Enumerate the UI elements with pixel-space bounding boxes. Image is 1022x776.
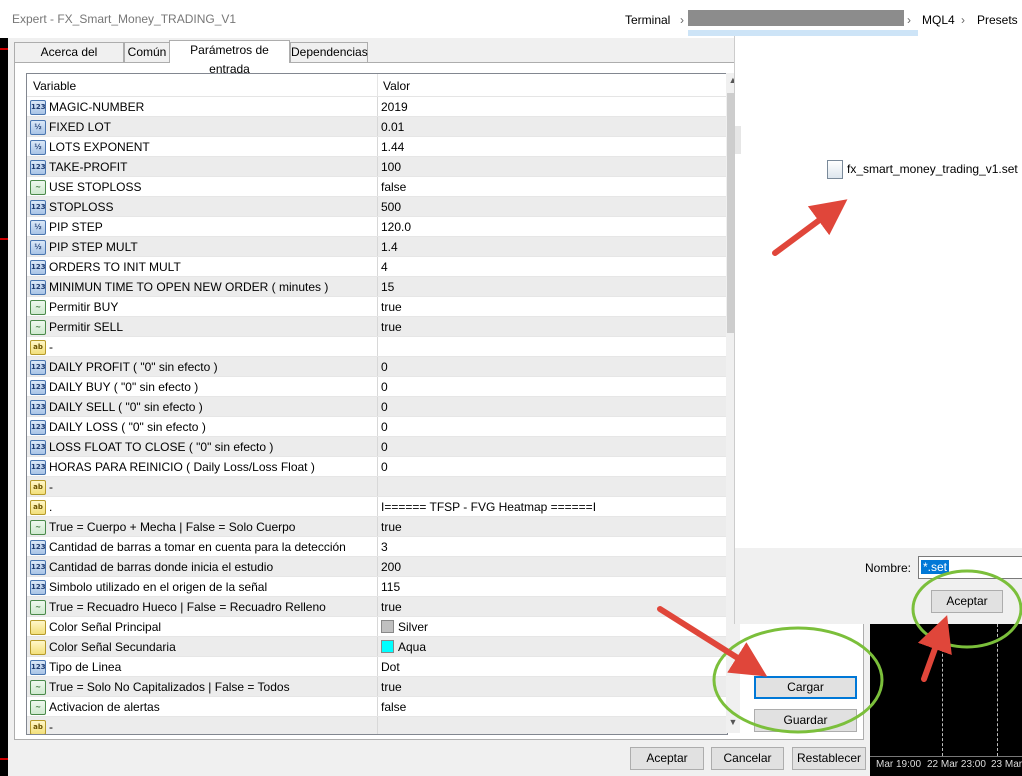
tab-inputs[interactable]: Parámetros de entrada (169, 40, 290, 76)
arrow-to-file (772, 199, 848, 256)
arrow-to-load (657, 606, 768, 677)
highlight-circle-load (712, 626, 884, 734)
annotation-overlay (657, 199, 1022, 734)
highlight-circle-accept (911, 569, 1022, 649)
